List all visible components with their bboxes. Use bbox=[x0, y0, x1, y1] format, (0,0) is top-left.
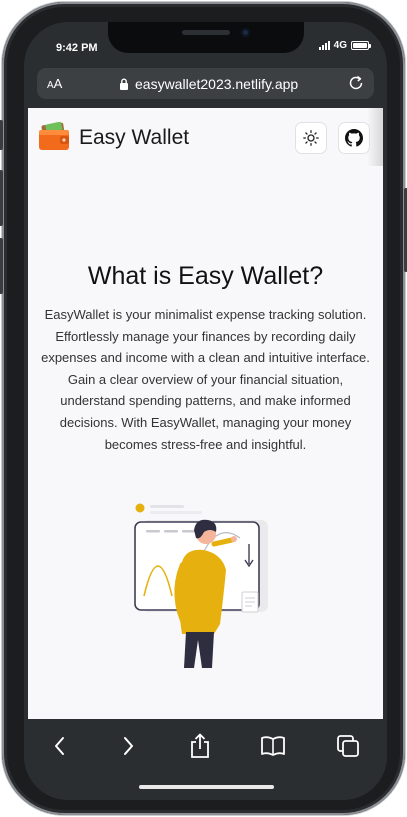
site-header: Easy Wallet bbox=[28, 108, 383, 166]
status-time: 9:42 PM bbox=[56, 42, 98, 54]
lock-icon bbox=[120, 78, 128, 90]
screen: 9:42 PM 4G AA easywallet2023.netlify.app… bbox=[24, 22, 387, 800]
tabs-button[interactable] bbox=[334, 732, 362, 760]
chevron-left-icon bbox=[55, 737, 64, 755]
battery-level bbox=[353, 43, 367, 48]
chevron-right-icon bbox=[124, 737, 133, 755]
network-label: 4G bbox=[333, 40, 347, 51]
finance-illustration bbox=[134, 503, 268, 668]
text-size-button[interactable]: AA bbox=[47, 76, 62, 91]
status-indicators: 4G bbox=[318, 40, 371, 51]
page-title: What is Easy Wallet? bbox=[87, 262, 324, 290]
url-text: easywallet2023.netlify.app bbox=[135, 76, 299, 92]
signal-icon bbox=[318, 41, 330, 50]
theme-toggle-button[interactable] bbox=[295, 122, 327, 154]
web-content: Easy Wallet What is Easy Wallet? EasyWal… bbox=[28, 108, 383, 719]
speaker-grille bbox=[182, 30, 230, 35]
header-scroll-shadow bbox=[367, 108, 383, 166]
tabs-icon bbox=[337, 735, 359, 757]
sun-icon bbox=[303, 130, 319, 146]
brand-name[interactable]: Easy Wallet bbox=[79, 126, 189, 150]
notch bbox=[108, 22, 304, 53]
github-icon bbox=[345, 129, 363, 147]
phone-frame: 9:42 PM 4G AA easywallet2023.netlify.app… bbox=[0, 2, 407, 815]
mute-switch bbox=[0, 120, 3, 150]
home-indicator bbox=[139, 785, 274, 789]
github-button[interactable] bbox=[338, 122, 370, 154]
forward-button[interactable] bbox=[114, 732, 142, 760]
battery-icon bbox=[351, 41, 371, 50]
status-bar: 9:42 PM 4G bbox=[24, 22, 387, 68]
reload-button[interactable] bbox=[346, 73, 366, 98]
bookmarks-button[interactable] bbox=[259, 732, 287, 760]
back-button[interactable] bbox=[46, 732, 74, 760]
address-bar[interactable]: AA easywallet2023.netlify.app bbox=[37, 68, 374, 99]
reload-icon bbox=[349, 75, 363, 90]
url-display[interactable]: easywallet2023.netlify.app bbox=[119, 76, 298, 92]
volume-up-button bbox=[0, 170, 3, 226]
browser-toolbar bbox=[24, 719, 387, 800]
app-description: EasyWallet is your minimalist expense tr… bbox=[41, 307, 370, 452]
share-button[interactable] bbox=[186, 732, 214, 760]
book-icon bbox=[261, 736, 285, 756]
wallet-icon[interactable] bbox=[38, 121, 70, 157]
front-camera bbox=[241, 28, 250, 37]
volume-down-button bbox=[0, 238, 3, 294]
share-icon bbox=[191, 733, 209, 758]
